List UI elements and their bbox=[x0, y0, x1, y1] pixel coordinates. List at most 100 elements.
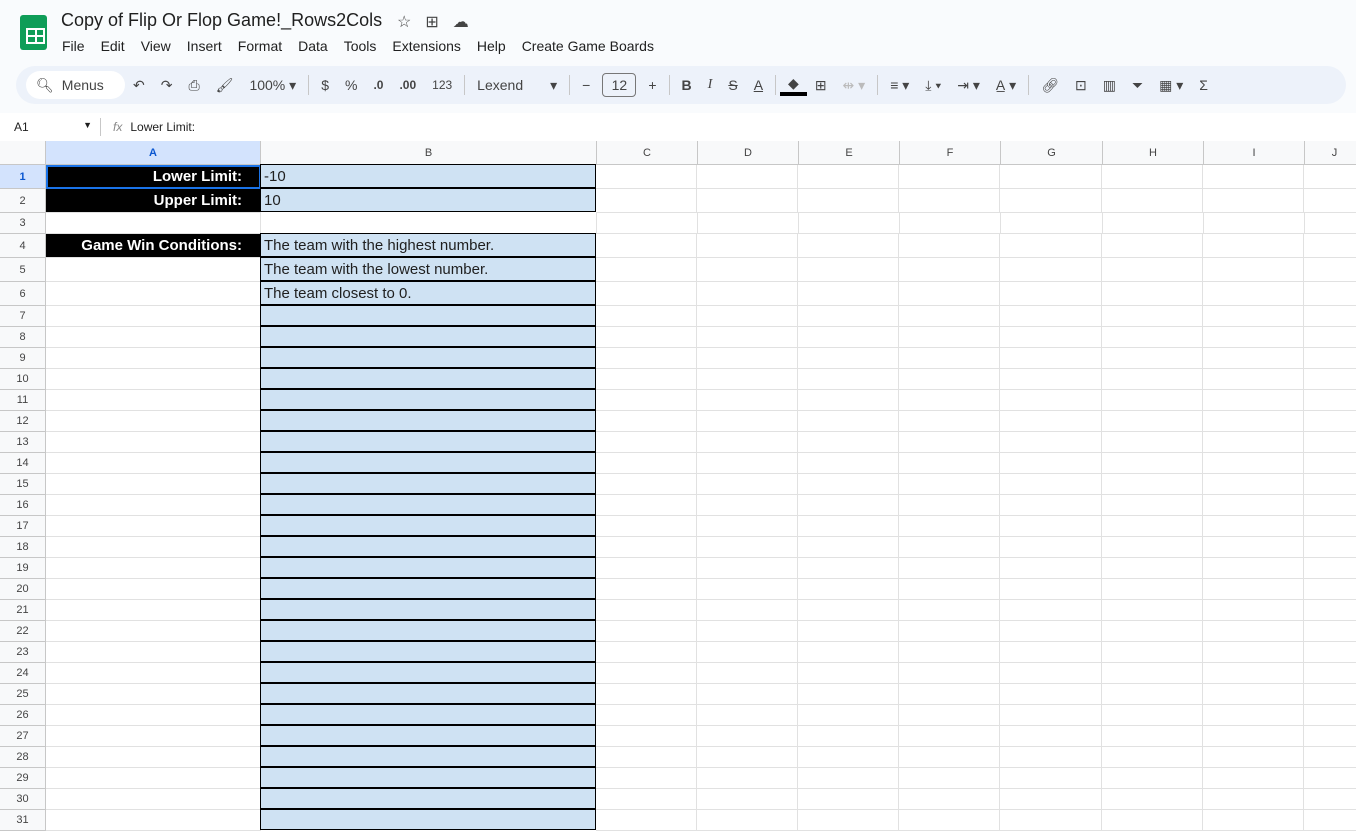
cell-j4[interactable] bbox=[1304, 234, 1356, 258]
cell-i15[interactable] bbox=[1203, 474, 1304, 495]
cell-d19[interactable] bbox=[697, 558, 798, 579]
cell-h2[interactable] bbox=[1102, 189, 1203, 213]
decrease-decimal-button[interactable]: .0 bbox=[365, 78, 391, 92]
cell-c7[interactable] bbox=[596, 306, 697, 327]
cell-c9[interactable] bbox=[596, 348, 697, 369]
cell-g22[interactable] bbox=[1000, 621, 1102, 642]
cell-h31[interactable] bbox=[1102, 810, 1203, 831]
cell-f11[interactable] bbox=[899, 390, 1000, 411]
cell-e15[interactable] bbox=[798, 474, 899, 495]
cell-f25[interactable] bbox=[899, 684, 1000, 705]
cell-i20[interactable] bbox=[1203, 579, 1304, 600]
cell-j22[interactable] bbox=[1304, 621, 1356, 642]
cell-a17[interactable] bbox=[46, 516, 261, 537]
menu-format[interactable]: Format bbox=[230, 37, 290, 55]
cell-i8[interactable] bbox=[1203, 327, 1304, 348]
cell-f20[interactable] bbox=[899, 579, 1000, 600]
cell-h28[interactable] bbox=[1102, 747, 1203, 768]
cell-d25[interactable] bbox=[697, 684, 798, 705]
cell-h30[interactable] bbox=[1102, 789, 1203, 810]
cell-d1[interactable] bbox=[697, 165, 798, 189]
cell-f18[interactable] bbox=[899, 537, 1000, 558]
cell-i28[interactable] bbox=[1203, 747, 1304, 768]
row-header[interactable]: 6 bbox=[0, 282, 46, 306]
cell-f31[interactable] bbox=[899, 810, 1000, 831]
cell-f24[interactable] bbox=[899, 663, 1000, 684]
cell-h8[interactable] bbox=[1102, 327, 1203, 348]
cell-d28[interactable] bbox=[697, 747, 798, 768]
cell-e29[interactable] bbox=[798, 768, 899, 789]
cell-i18[interactable] bbox=[1203, 537, 1304, 558]
cell-f13[interactable] bbox=[899, 432, 1000, 453]
cell-e31[interactable] bbox=[798, 810, 899, 831]
sheets-logo[interactable] bbox=[20, 15, 47, 50]
cell-f21[interactable] bbox=[899, 600, 1000, 621]
cell-b7[interactable] bbox=[260, 305, 596, 326]
cell-f22[interactable] bbox=[899, 621, 1000, 642]
cell-j18[interactable] bbox=[1304, 537, 1356, 558]
column-header[interactable]: I bbox=[1204, 141, 1305, 165]
cell-a9[interactable] bbox=[46, 348, 261, 369]
cell-b15[interactable] bbox=[260, 473, 596, 494]
row-header[interactable]: 30 bbox=[0, 789, 46, 810]
cell-h21[interactable] bbox=[1102, 600, 1203, 621]
cell-a29[interactable] bbox=[46, 768, 261, 789]
cell-c6[interactable] bbox=[596, 282, 697, 306]
cell-a16[interactable] bbox=[46, 495, 261, 516]
cell-h12[interactable] bbox=[1102, 411, 1203, 432]
cell-j17[interactable] bbox=[1304, 516, 1356, 537]
cell-c10[interactable] bbox=[596, 369, 697, 390]
cell-j10[interactable] bbox=[1304, 369, 1356, 390]
cell-f4[interactable] bbox=[899, 234, 1000, 258]
cell-g3[interactable] bbox=[1001, 213, 1103, 234]
cell-j27[interactable] bbox=[1304, 726, 1356, 747]
row-header[interactable]: 22 bbox=[0, 621, 46, 642]
cell-g5[interactable] bbox=[1000, 258, 1102, 282]
cell-e9[interactable] bbox=[798, 348, 899, 369]
cell-j5[interactable] bbox=[1304, 258, 1356, 282]
cell-j3[interactable] bbox=[1305, 213, 1356, 234]
cell-b12[interactable] bbox=[260, 410, 596, 431]
cell-i14[interactable] bbox=[1203, 453, 1304, 474]
cell-d31[interactable] bbox=[697, 810, 798, 831]
cell-j6[interactable] bbox=[1304, 282, 1356, 306]
cell-e28[interactable] bbox=[798, 747, 899, 768]
cell-j14[interactable] bbox=[1304, 453, 1356, 474]
cell-f19[interactable] bbox=[899, 558, 1000, 579]
cell-g8[interactable] bbox=[1000, 327, 1102, 348]
cell-d17[interactable] bbox=[697, 516, 798, 537]
cell-f6[interactable] bbox=[899, 282, 1000, 306]
cell-h15[interactable] bbox=[1102, 474, 1203, 495]
cell-i16[interactable] bbox=[1203, 495, 1304, 516]
cell-a1[interactable]: Lower Limit: bbox=[46, 165, 261, 189]
column-header[interactable]: E bbox=[799, 141, 900, 165]
zoom-select[interactable]: 100% ▾ bbox=[241, 77, 304, 94]
cell-b14[interactable] bbox=[260, 452, 596, 473]
row-header[interactable]: 9 bbox=[0, 348, 46, 369]
cell-a8[interactable] bbox=[46, 327, 261, 348]
cell-a28[interactable] bbox=[46, 747, 261, 768]
cell-h11[interactable] bbox=[1102, 390, 1203, 411]
cell-d30[interactable] bbox=[697, 789, 798, 810]
row-header[interactable]: 31 bbox=[0, 810, 46, 831]
cell-b4[interactable]: The team with the highest number. bbox=[260, 233, 596, 257]
cell-c8[interactable] bbox=[596, 327, 697, 348]
cell-b13[interactable] bbox=[260, 431, 596, 452]
cell-i22[interactable] bbox=[1203, 621, 1304, 642]
cell-i11[interactable] bbox=[1203, 390, 1304, 411]
cell-e16[interactable] bbox=[798, 495, 899, 516]
cell-c17[interactable] bbox=[596, 516, 697, 537]
row-header[interactable]: 13 bbox=[0, 432, 46, 453]
cell-b11[interactable] bbox=[260, 389, 596, 410]
cell-g18[interactable] bbox=[1000, 537, 1102, 558]
cell-h26[interactable] bbox=[1102, 705, 1203, 726]
cell-a31[interactable] bbox=[46, 810, 261, 831]
cell-c21[interactable] bbox=[596, 600, 697, 621]
table-views-icon[interactable]: ▦ ▾ bbox=[1151, 77, 1191, 94]
menu-insert[interactable]: Insert bbox=[179, 37, 230, 55]
cell-d27[interactable] bbox=[697, 726, 798, 747]
cell-a14[interactable] bbox=[46, 453, 261, 474]
cell-h25[interactable] bbox=[1102, 684, 1203, 705]
menu-tools[interactable]: Tools bbox=[336, 37, 385, 55]
cell-j1[interactable] bbox=[1304, 165, 1356, 189]
